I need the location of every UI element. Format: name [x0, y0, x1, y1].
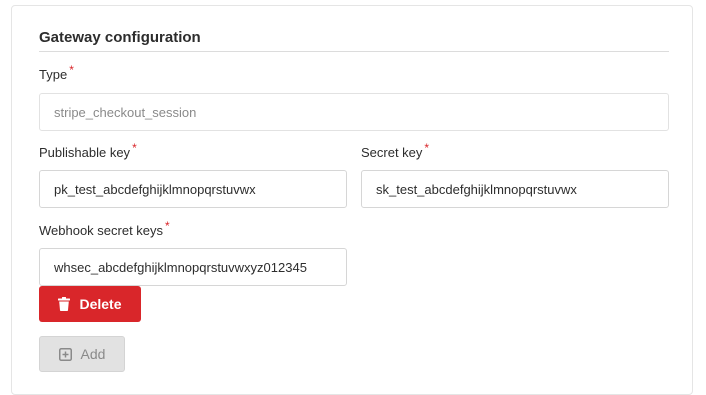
- secret-key-value: sk_test_abcdefghijklmnopqrstuvwx: [376, 181, 577, 197]
- webhook-secret-keys-required-mark: *: [165, 219, 170, 233]
- section-divider: [39, 51, 669, 52]
- secret-key-input[interactable]: sk_test_abcdefghijklmnopqrstuvwx: [361, 170, 669, 208]
- publishable-key-required-mark: *: [132, 141, 137, 155]
- webhook-secret-key-input[interactable]: whsec_abcdefghijklmnopqrstuvwxyz012345: [39, 248, 347, 286]
- add-button-label: Add: [80, 346, 106, 362]
- type-field-placeholder: stripe_checkout_session: [54, 104, 197, 120]
- plus-square-icon: [58, 347, 72, 361]
- publishable-key-input[interactable]: pk_test_abcdefghijklmnopqrstuvwx: [39, 170, 347, 208]
- secret-key-label: Secret key *: [361, 141, 429, 160]
- add-button[interactable]: Add: [39, 336, 125, 372]
- publishable-key-label-text: Publishable key: [39, 145, 131, 160]
- type-required-mark: *: [69, 63, 74, 77]
- delete-button-label: Delete: [79, 296, 122, 312]
- delete-button[interactable]: Delete: [39, 286, 141, 322]
- type-label: Type *: [39, 63, 74, 82]
- secret-key-label-text: Secret key: [361, 145, 423, 160]
- webhook-secret-keys-label-text: Webhook secret keys: [39, 223, 164, 238]
- secret-key-required-mark: *: [424, 141, 430, 155]
- publishable-key-value: pk_test_abcdefghijklmnopqrstuvwx: [54, 181, 256, 197]
- type-label-text: Type: [39, 67, 68, 82]
- section-title: Gateway configuration: [39, 29, 201, 46]
- webhook-secret-key-value: whsec_abcdefghijklmnopqrstuvwxyz012345: [54, 259, 307, 275]
- trash-icon: [58, 297, 71, 311]
- webhook-secret-keys-label: Webhook secret keys *: [39, 219, 170, 238]
- type-field[interactable]: stripe_checkout_session: [39, 93, 669, 131]
- publishable-key-label: Publishable key *: [39, 141, 137, 160]
